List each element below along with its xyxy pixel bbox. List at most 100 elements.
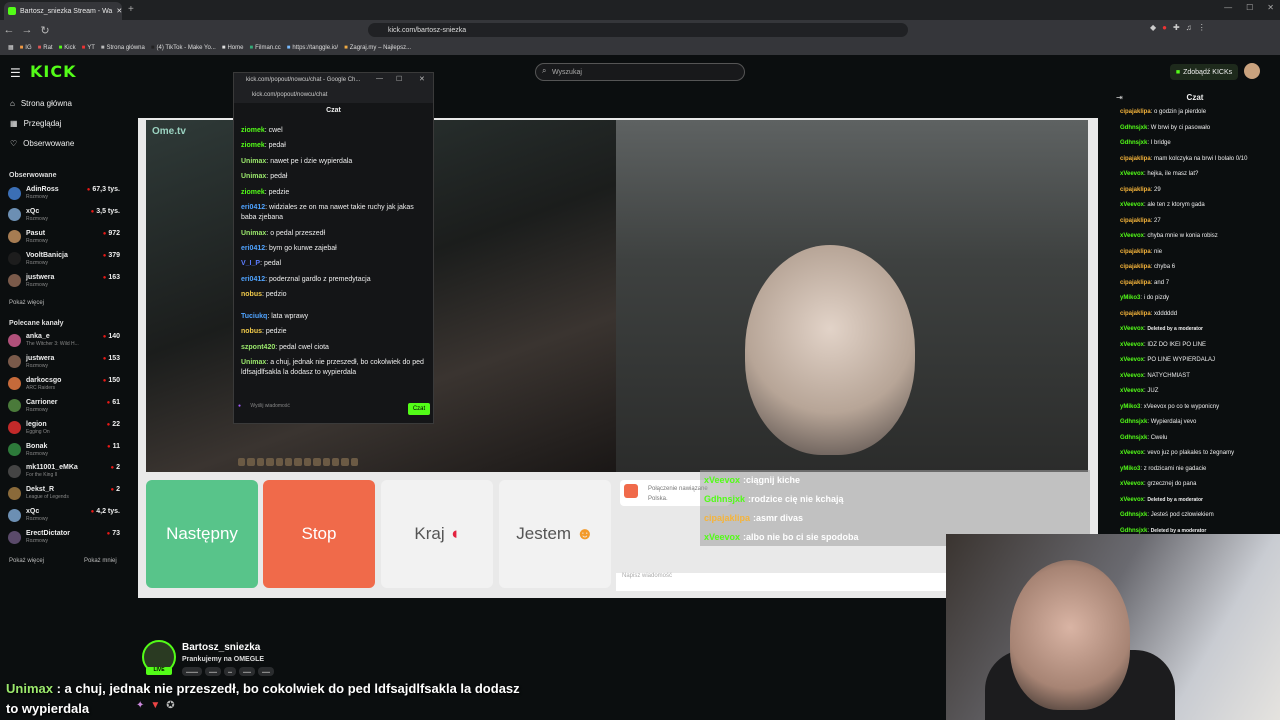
sidebar-channel[interactable]: anka_eThe Witcher 3: Wild H... 140 [8,330,122,350]
message-username[interactable]: cipajaklipa [1120,311,1151,317]
stop-button[interactable]: Stop [263,480,375,588]
message-username[interactable]: eri0412 [241,276,265,283]
maximize-icon[interactable]: ☐ [1246,3,1253,12]
user-avatar[interactable] [1244,63,1260,79]
emote-bar[interactable] [238,458,359,468]
browser-tab[interactable]: Bartosz_sniezka Stream - Wa ✕ [4,2,122,20]
bookmark-item[interactable]: ■ IG [20,45,32,51]
forward-icon[interactable]: → [18,24,36,36]
record-icon[interactable]: ● [1162,23,1167,32]
extension-icon[interactable]: ◆ [1150,23,1156,32]
minimize-icon[interactable]: — [1224,3,1232,12]
message-username[interactable]: Gdhnsjxk [1120,125,1147,131]
message-username[interactable]: V_I_P [241,260,260,267]
message-username[interactable]: xVeevox [1120,450,1144,456]
bookmark-item[interactable]: ■ Kick [59,45,76,51]
message-username[interactable]: cipajaklipa [1120,187,1151,193]
apps-icon[interactable]: ▦ [8,44,14,51]
message-username[interactable]: Unimax [241,230,266,237]
message-username[interactable]: Gdhnsjxk [1120,528,1147,534]
message-username[interactable]: xVeevox [1120,326,1144,332]
message-username[interactable]: Gdhnsjxk [1120,435,1147,441]
nav-following[interactable]: ♡ Obserwowane [10,139,74,148]
message-username[interactable]: Unimax [241,359,266,366]
message-username[interactable]: Gdhnsjxk [1120,140,1147,146]
sidebar-channel[interactable]: xQcRozmowy 4,2 tys. [8,505,122,525]
streamer-name[interactable]: Bartosz_sniezka [182,642,260,653]
message-username[interactable]: Unimax [241,173,266,180]
bookmark-item[interactable]: ■ Filman.cc [249,45,280,51]
message-username[interactable]: eri0412 [241,204,265,211]
nav-browse[interactable]: ▦ Przeglądaj [10,119,61,128]
bookmark-item[interactable]: ■ Strona główna [101,45,145,51]
popup-close-icon[interactable]: ✕ [419,75,425,83]
message-username[interactable]: cipajaklipa [1120,249,1151,255]
popup-chat-input[interactable]: ● Wyślij wiadomość [238,403,290,409]
tab-close-icon[interactable]: ✕ [116,7,122,15]
bookmark-item[interactable]: ■ YT [82,45,95,51]
bookmark-item[interactable]: ■ Zagraj.my – Najlepsz... [344,45,411,51]
message-username[interactable]: xVeevox [1120,357,1144,363]
reload-icon[interactable]: ↻ [36,24,54,37]
search-input[interactable]: ⌕ Wyszukaj [535,63,745,81]
message-username[interactable]: xVeevox [1120,171,1144,177]
sidebar-channel[interactable]: Dekst_RLeague of Legends 2 [8,483,122,503]
sidebar-channel[interactable]: justweraRozmowy 153 [8,352,122,372]
message-username[interactable]: Unimax [241,158,266,165]
message-username[interactable]: yMiko3 [1120,295,1140,301]
message-username[interactable]: xVeevox [1120,342,1144,348]
message-username[interactable]: ziomek [241,142,265,149]
message-username[interactable]: cipajaklipa [1120,280,1151,286]
message-username[interactable]: Gdhnsjxk [1120,419,1147,425]
bookmark-item[interactable]: ■ Home [222,45,244,51]
message-username[interactable]: nobus [241,328,262,335]
message-username[interactable]: xVeevox [1120,497,1144,503]
bookmark-item[interactable]: ■ (4) TikTok - Make Yo... [151,45,216,51]
sidebar-channel[interactable]: justweraRozmowy 163 [8,271,122,291]
message-username[interactable]: Tuciukq [241,313,267,320]
popup-minimize-icon[interactable]: — [376,75,383,82]
sidebar-channel[interactable]: BonakRozmowy 11 [8,440,122,460]
get-kicks-button[interactable]: ■ Zdobądź KICKs [1170,64,1238,80]
bookmark-item[interactable]: ■ Rat [38,45,53,51]
country-button[interactable]: Kraj ◖ [381,480,493,588]
message-username[interactable]: szpont420 [241,344,275,351]
message-username[interactable]: Gdhnsjxk [1120,512,1147,518]
show-more-recommended[interactable]: Pokaż więcej [9,558,44,564]
sidebar-channel[interactable]: AdinRossRozmowy 67,3 tys. [8,183,122,203]
message-username[interactable]: nobus [241,291,262,298]
omegle-message-input[interactable]: Napisz wiadomość [616,573,946,591]
nav-home[interactable]: ⌂ Strona główna [10,99,72,108]
popup-maximize-icon[interactable]: ☐ [396,75,402,83]
kick-logo[interactable]: KICK [30,62,77,81]
show-less-recommended[interactable]: Pokaż mniej [84,558,117,564]
message-username[interactable]: xVeevox [1120,373,1144,379]
sidebar-channel[interactable]: mk11001_eMKaFor the King II 2 [8,461,122,481]
message-username[interactable]: xVeevox [1120,233,1144,239]
message-username[interactable]: cipajaklipa [1120,264,1151,270]
sidebar-channel[interactable]: CarrionerRozmowy 61 [8,396,122,416]
message-username[interactable]: eri0412 [241,245,265,252]
new-tab-icon[interactable]: + [128,4,134,15]
sidebar-channel[interactable]: ErectDictatorRozmowy 73 [8,527,122,547]
address-bar[interactable]: kick.com/bartosz-sniezka [368,23,908,37]
show-more-followed[interactable]: Pokaż więcej [9,300,44,306]
message-username[interactable]: yMiko3 [1120,404,1140,410]
message-username[interactable]: ziomek [241,127,265,134]
message-username[interactable]: cipajaklipa [1120,218,1151,224]
message-username[interactable]: cipajaklipa [1120,156,1151,162]
bookmark-item[interactable]: ■ https://tanggle.io/ [287,45,338,51]
message-username[interactable]: xVeevox [1120,481,1144,487]
message-username[interactable]: ziomek [241,189,265,196]
menu-icon[interactable]: ⋮ [1198,23,1206,32]
puzzle-icon[interactable]: ✚ [1173,23,1180,32]
message-username[interactable]: cipajaklipa [1120,109,1151,115]
back-icon[interactable]: ← [0,24,18,36]
hamburger-menu-icon[interactable]: ☰ [10,66,21,80]
sidebar-channel[interactable]: VooltBanicjaRozmowy 379 [8,249,122,269]
message-username[interactable]: xVeevox [1120,202,1144,208]
gender-button[interactable]: Jestem ☻ [499,480,611,588]
media-icon[interactable]: ♫ [1186,23,1192,32]
message-username[interactable]: xVeevox [1120,388,1144,394]
sidebar-channel[interactable]: darkocsgoARC Raiders 150 [8,374,122,394]
